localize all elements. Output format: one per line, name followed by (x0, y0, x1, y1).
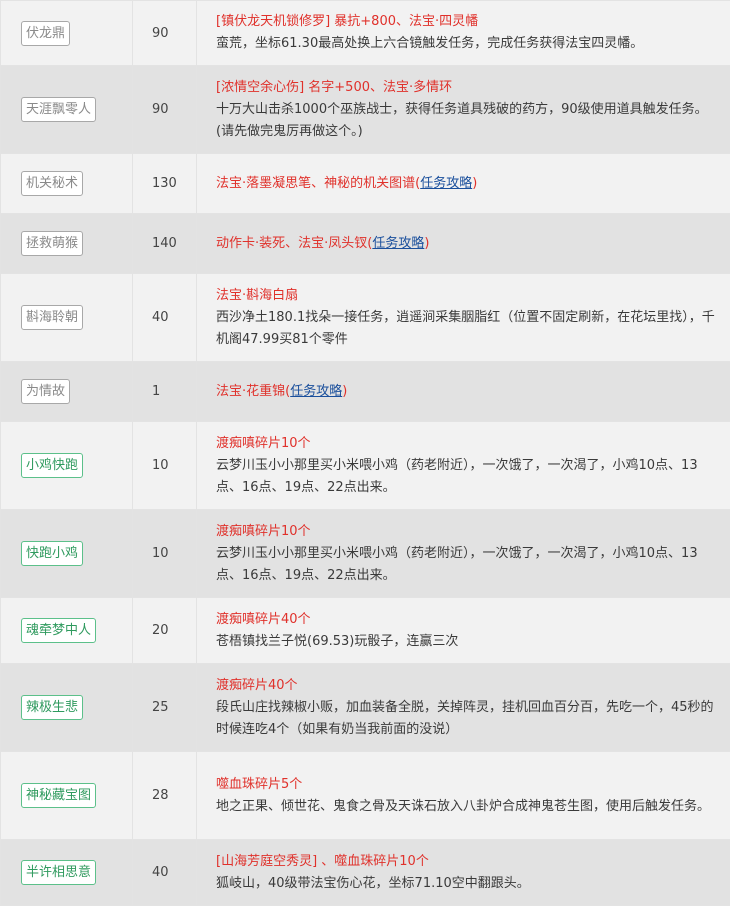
quest-description: 段氏山庄找辣椒小贩，加血装备全脱，关掉阵灵，挂机回血百分百，先吃一个，45秒的时… (216, 697, 720, 741)
quest-description: 云梦川玉小小那里买小米喂小鸡（药老附近），一次饿了，一次渴了，小鸡10点、13点… (216, 543, 720, 587)
quest-guide-link[interactable]: 任务攻略 (290, 384, 342, 399)
table-row: 伏龙鼎 90 [镇伏龙天机锁修罗] 暴抗+800、法宝·四灵幡 蛮荒，坐标61.… (1, 1, 730, 66)
quest-name-tag: 神秘藏宝图 (21, 783, 96, 808)
table-row: 小鸡快跑 10 渡痴嗔碎片10个 云梦川玉小小那里买小米喂小鸡（药老附近），一次… (1, 422, 730, 510)
table-row: 为情故 1 法宝·花重锦(任务攻略) (1, 362, 730, 422)
quest-name-tag: 魂牵梦中人 (21, 618, 96, 643)
quest-name-tag: 小鸡快跑 (21, 453, 83, 478)
quest-reward-suffix: ) (424, 236, 429, 251)
quest-level: 90 (133, 66, 197, 154)
quest-level: 25 (133, 664, 197, 752)
quest-detail: 渡痴嗔碎片10个 云梦川玉小小那里买小米喂小鸡（药老附近），一次饿了，一次渴了，… (197, 510, 730, 598)
quest-level: 28 (133, 752, 197, 840)
quest-detail: 法宝·落墨凝思笔、神秘的机关图谱(任务攻略) (197, 154, 730, 214)
quest-reward: [山海芳庭空秀灵] 、噬血珠碎片10个 (216, 854, 429, 869)
quest-reward-suffix: ) (472, 176, 477, 191)
quest-description: 狐岐山，40级带法宝伤心花，坐标71.10空中翻跟头。 (216, 873, 720, 895)
quest-name-tag: 辣极生悲 (21, 695, 83, 720)
quest-name-tag: 天涯飘零人 (21, 97, 96, 122)
quest-detail: 噬血珠碎片5个 地之正果、倾世花、鬼食之骨及天诛石放入八卦炉合成神鬼苍生图，使用… (197, 752, 730, 840)
quest-level: 90 (133, 1, 197, 66)
quest-reward: [浓情空余心伤] 名字+500、法宝·多情环 (216, 80, 452, 95)
quest-reward: 法宝·花重锦( (216, 384, 290, 399)
quest-description: 云梦川玉小小那里买小米喂小鸡（药老附近），一次饿了，一次渴了，小鸡10点、13点… (216, 455, 720, 499)
quest-detail: 法宝·斟海白扇 西沙净土180.1找朵一接任务，逍遥涧采集胭脂红（位置不固定刷新… (197, 274, 730, 362)
quest-detail: [镇伏龙天机锁修罗] 暴抗+800、法宝·四灵幡 蛮荒，坐标61.30最高处换上… (197, 1, 730, 66)
quest-name-tag: 斟海聆朝 (21, 305, 83, 330)
quest-level: 10 (133, 510, 197, 598)
quest-description: 苍梧镇找兰子悦(69.53)玩骰子，连赢三次 (216, 631, 720, 653)
table-row: 斟海聆朝 40 法宝·斟海白扇 西沙净土180.1找朵一接任务，逍遥涧采集胭脂红… (1, 274, 730, 362)
quest-level: 140 (133, 214, 197, 274)
table-row: 机关秘术 130 法宝·落墨凝思笔、神秘的机关图谱(任务攻略) (1, 154, 730, 214)
table-row: 天涯飘零人 90 [浓情空余心伤] 名字+500、法宝·多情环 十万大山击杀10… (1, 66, 730, 154)
quest-name-tag: 拯救萌猴 (21, 231, 83, 256)
quest-name-tag: 快跑小鸡 (21, 541, 83, 566)
quest-name-tag: 为情故 (21, 379, 70, 404)
quest-reward: 法宝·落墨凝思笔、神秘的机关图谱( (216, 176, 420, 191)
quest-detail: 渡痴碎片40个 段氏山庄找辣椒小贩，加血装备全脱，关掉阵灵，挂机回血百分百，先吃… (197, 664, 730, 752)
quest-description: 蛮荒，坐标61.30最高处换上六合镜触发任务，完成任务获得法宝四灵幡。 (216, 33, 720, 55)
quest-name-tag: 半许相思意 (21, 860, 96, 885)
quest-reward: [镇伏龙天机锁修罗] 暴抗+800、法宝·四灵幡 (216, 14, 478, 29)
quest-level: 40 (133, 274, 197, 362)
quest-reward: 渡痴嗔碎片10个 (216, 524, 311, 539)
table-row: 半许相思意 40 [山海芳庭空秀灵] 、噬血珠碎片10个 狐岐山，40级带法宝伤… (1, 840, 730, 906)
table-row: 神秘藏宝图 28 噬血珠碎片5个 地之正果、倾世花、鬼食之骨及天诛石放入八卦炉合… (1, 752, 730, 840)
quest-reward: 法宝·斟海白扇 (216, 288, 298, 303)
quest-reward: 噬血珠碎片5个 (216, 777, 302, 792)
quest-name-tag: 伏龙鼎 (21, 21, 70, 46)
quest-table: 伏龙鼎 90 [镇伏龙天机锁修罗] 暴抗+800、法宝·四灵幡 蛮荒，坐标61.… (0, 0, 730, 906)
quest-level: 130 (133, 154, 197, 214)
quest-detail: 法宝·花重锦(任务攻略) (197, 362, 730, 422)
quest-detail: [山海芳庭空秀灵] 、噬血珠碎片10个 狐岐山，40级带法宝伤心花，坐标71.1… (197, 840, 730, 906)
quest-detail: 动作卡·装死、法宝·凤头钗(任务攻略) (197, 214, 730, 274)
quest-reward: 渡痴嗔碎片10个 (216, 436, 311, 451)
quest-description: 西沙净土180.1找朵一接任务，逍遥涧采集胭脂红（位置不固定刷新，在花坛里找），… (216, 307, 720, 351)
quest-reward: 渡痴嗔碎片40个 (216, 612, 311, 627)
table-row: 魂牵梦中人 20 渡痴嗔碎片40个 苍梧镇找兰子悦(69.53)玩骰子，连赢三次 (1, 598, 730, 664)
quest-guide-link[interactable]: 任务攻略 (372, 236, 424, 251)
quest-detail: 渡痴嗔碎片40个 苍梧镇找兰子悦(69.53)玩骰子，连赢三次 (197, 598, 730, 664)
quest-level: 1 (133, 362, 197, 422)
quest-level: 20 (133, 598, 197, 664)
quest-reward: 动作卡·装死、法宝·凤头钗( (216, 236, 372, 251)
table-row: 辣极生悲 25 渡痴碎片40个 段氏山庄找辣椒小贩，加血装备全脱，关掉阵灵，挂机… (1, 664, 730, 752)
quest-name-tag: 机关秘术 (21, 171, 83, 196)
table-row: 快跑小鸡 10 渡痴嗔碎片10个 云梦川玉小小那里买小米喂小鸡（药老附近），一次… (1, 510, 730, 598)
quest-description: 十万大山击杀1000个巫族战士，获得任务道具残破的药方，90级使用道具触发任务。… (216, 99, 720, 143)
quest-detail: [浓情空余心伤] 名字+500、法宝·多情环 十万大山击杀1000个巫族战士，获… (197, 66, 730, 154)
quest-reward-suffix: ) (342, 384, 347, 399)
quest-level: 40 (133, 840, 197, 906)
quest-guide-link[interactable]: 任务攻略 (420, 176, 472, 191)
quest-level: 10 (133, 422, 197, 510)
quest-description: 地之正果、倾世花、鬼食之骨及天诛石放入八卦炉合成神鬼苍生图，使用后触发任务。 (216, 796, 720, 818)
table-row: 拯救萌猴 140 动作卡·装死、法宝·凤头钗(任务攻略) (1, 214, 730, 274)
quest-reward: 渡痴碎片40个 (216, 678, 298, 693)
quest-detail: 渡痴嗔碎片10个 云梦川玉小小那里买小米喂小鸡（药老附近），一次饿了，一次渴了，… (197, 422, 730, 510)
